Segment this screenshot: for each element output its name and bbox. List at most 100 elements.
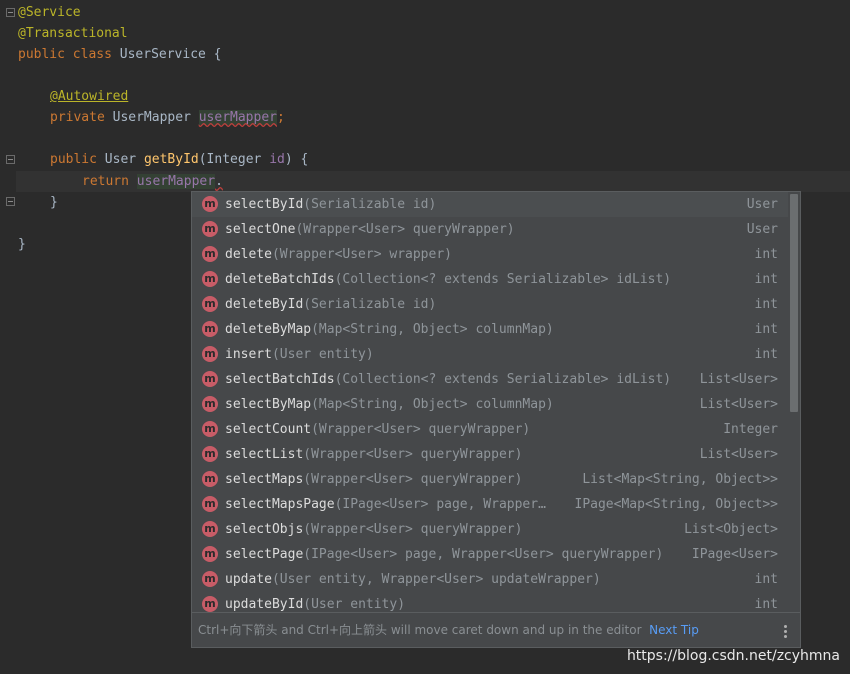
completion-item[interactable]: m selectObjs(Wrapper<User> queryWrapper) L… (192, 517, 788, 542)
completion-item-type: int (754, 272, 778, 287)
keyword: return (82, 174, 137, 189)
brace: } (18, 237, 26, 252)
completion-item-label: deleteById(Serializable id) (225, 292, 436, 317)
type-name: User (104, 152, 144, 167)
field-name: userMapper (136, 174, 216, 189)
completion-item-label: deleteByMap(Map<String, Object> columnMa… (225, 317, 554, 342)
completion-item[interactable]: m update(User entity, Wrapper<User> updat… (192, 567, 788, 592)
completion-item[interactable]: m deleteBatchIds(Collection<? extends Ser… (192, 267, 788, 292)
completion-item-label: selectCount(Wrapper<User> queryWrapper) (225, 417, 530, 442)
completion-item-type: List<User> (699, 447, 778, 462)
completion-item[interactable]: m selectCount(Wrapper<User> queryWrapper)… (192, 417, 788, 442)
completion-item-type: List<Object> (684, 522, 778, 537)
field-name: userMapper (198, 110, 277, 125)
completion-item-name: selectOne (225, 222, 296, 237)
completion-item-type: User (746, 197, 778, 212)
brace: } (50, 195, 58, 210)
completion-item-name: selectByMap (225, 397, 312, 412)
completion-item-signature: (Wrapper<User> queryWrapper) (303, 522, 523, 537)
completion-item-signature: (Serializable id) (303, 197, 437, 212)
method-icon: m (202, 471, 218, 487)
method-icon: m (202, 346, 218, 362)
completion-item-name: deleteBatchIds (225, 272, 335, 287)
param-type: (Integer (198, 152, 270, 167)
brace: ) { (284, 152, 309, 167)
method-icon: m (202, 396, 218, 412)
completion-item-label: selectByMap(Map<String, Object> columnMa… (225, 392, 554, 417)
completion-item[interactable]: m selectMaps(Wrapper<User> queryWrapper) L… (192, 467, 788, 492)
completion-item-signature: (User entity) (303, 597, 406, 612)
completion-item[interactable]: m selectById(Serializable id) User (192, 192, 788, 217)
completion-item-label: deleteBatchIds(Collection<? extends Seri… (225, 267, 671, 292)
completion-item-name: update (225, 572, 272, 587)
next-tip-link[interactable]: Next Tip (649, 623, 699, 637)
completion-item-label: selectMapsPage(IPage<User> page, Wrapper… (225, 492, 546, 517)
completion-item-signature: (Wrapper<User> wrapper) (271, 247, 452, 262)
completion-item[interactable]: m selectOne(Wrapper<User> queryWrapper) Us… (192, 217, 788, 242)
completion-item-name: selectById (225, 197, 304, 212)
completion-item[interactable]: m selectBatchIds(Collection<? extends Ser… (192, 367, 788, 392)
keyword: class (72, 47, 120, 62)
completion-item[interactable]: m selectMapsPage(IPage<User> page, Wrappe… (192, 492, 788, 517)
completion-item-type: int (754, 572, 778, 587)
completion-item[interactable]: m selectByMap(Map<String, Object> columnM… (192, 392, 788, 417)
completion-item-label: selectMaps(Wrapper<User> queryWrapper) (225, 467, 522, 492)
completion-item-name: selectMaps (225, 472, 304, 487)
annotation: @Service (18, 5, 81, 20)
fold-icon[interactable] (6, 197, 15, 206)
method-icon: m (202, 296, 218, 312)
annotation: @Autowired (50, 89, 129, 104)
completion-item-signature: (Map<String, Object> columnMap) (311, 322, 554, 337)
completion-item[interactable]: m deleteById(Serializable id) int (192, 292, 788, 317)
method-icon: m (202, 196, 218, 212)
completion-item-signature: (Wrapper<User> queryWrapper) (295, 222, 515, 237)
scrollbar-thumb[interactable] (790, 194, 798, 412)
method-icon: m (202, 246, 218, 262)
more-vertical-icon[interactable] (784, 625, 788, 639)
completion-popup[interactable]: m selectById(Serializable id) User m selectO… (191, 191, 801, 648)
completion-item[interactable]: m insert(User entity) int (192, 342, 788, 367)
method-icon: m (202, 421, 218, 437)
method-icon: m (202, 221, 218, 237)
completion-item-label: update(User entity, Wrapper<User> update… (225, 567, 601, 592)
method-icon: m (202, 571, 218, 587)
completion-item-label: selectBatchIds(Collection<? extends Seri… (225, 367, 671, 392)
completion-item-type: int (754, 297, 778, 312)
editor-gutter (0, 0, 16, 674)
completion-footer: Ctrl+向下箭头 and Ctrl+向上箭头 will move caret … (192, 612, 800, 647)
param-name: id (269, 152, 285, 167)
fold-icon[interactable] (6, 8, 15, 17)
completion-item-type: IPage<User> (691, 547, 778, 562)
completion-item[interactable]: m deleteByMap(Map<String, Object> columnM… (192, 317, 788, 342)
completion-item-type: IPage<Map<String, Object>> (574, 497, 779, 512)
semicolon: ; (277, 110, 285, 125)
code-line: private UserMapper userMapper; (50, 107, 285, 128)
method-icon: m (202, 546, 218, 562)
code-line: } (50, 192, 58, 213)
method-icon: m (202, 521, 218, 537)
completion-item[interactable]: m selectList(Wrapper<User> queryWrapper) L… (192, 442, 788, 467)
code-line: public class UserService { (18, 44, 222, 65)
completion-item[interactable]: m delete(Wrapper<User> wrapper) int (192, 242, 788, 267)
completion-item-label: selectList(Wrapper<User> queryWrapper) (225, 442, 522, 467)
completion-item-label: selectById(Serializable id) (225, 192, 436, 217)
completion-item-type: List<Map<String, Object>> (582, 472, 778, 487)
completion-item-type: User (746, 222, 778, 237)
type-name: UserMapper (112, 110, 199, 125)
completion-item-name: deleteById (225, 297, 304, 312)
completion-item-signature: (Collection<? extends Serializable> idLi… (334, 372, 672, 387)
method-name: getById (143, 152, 199, 167)
completion-item-name: insert (225, 347, 272, 362)
completion-item-signature: (User entity) (271, 347, 374, 362)
fold-icon[interactable] (6, 155, 15, 164)
completion-item-label: delete(Wrapper<User> wrapper) (225, 242, 452, 267)
completion-item-type: int (754, 322, 778, 337)
completion-item-signature: (IPage<User> page, Wrapper<User> queryWr… (303, 547, 664, 562)
code-line: public User getById(Integer id) { (50, 149, 308, 170)
completion-item-label: selectOne(Wrapper<User> queryWrapper) (225, 217, 515, 242)
method-icon: m (202, 271, 218, 287)
annotation: @Transactional (18, 26, 128, 41)
method-icon: m (202, 371, 218, 387)
method-icon: m (202, 321, 218, 337)
completion-item[interactable]: m selectPage(IPage<User> page, Wrapper<Us… (192, 542, 788, 567)
